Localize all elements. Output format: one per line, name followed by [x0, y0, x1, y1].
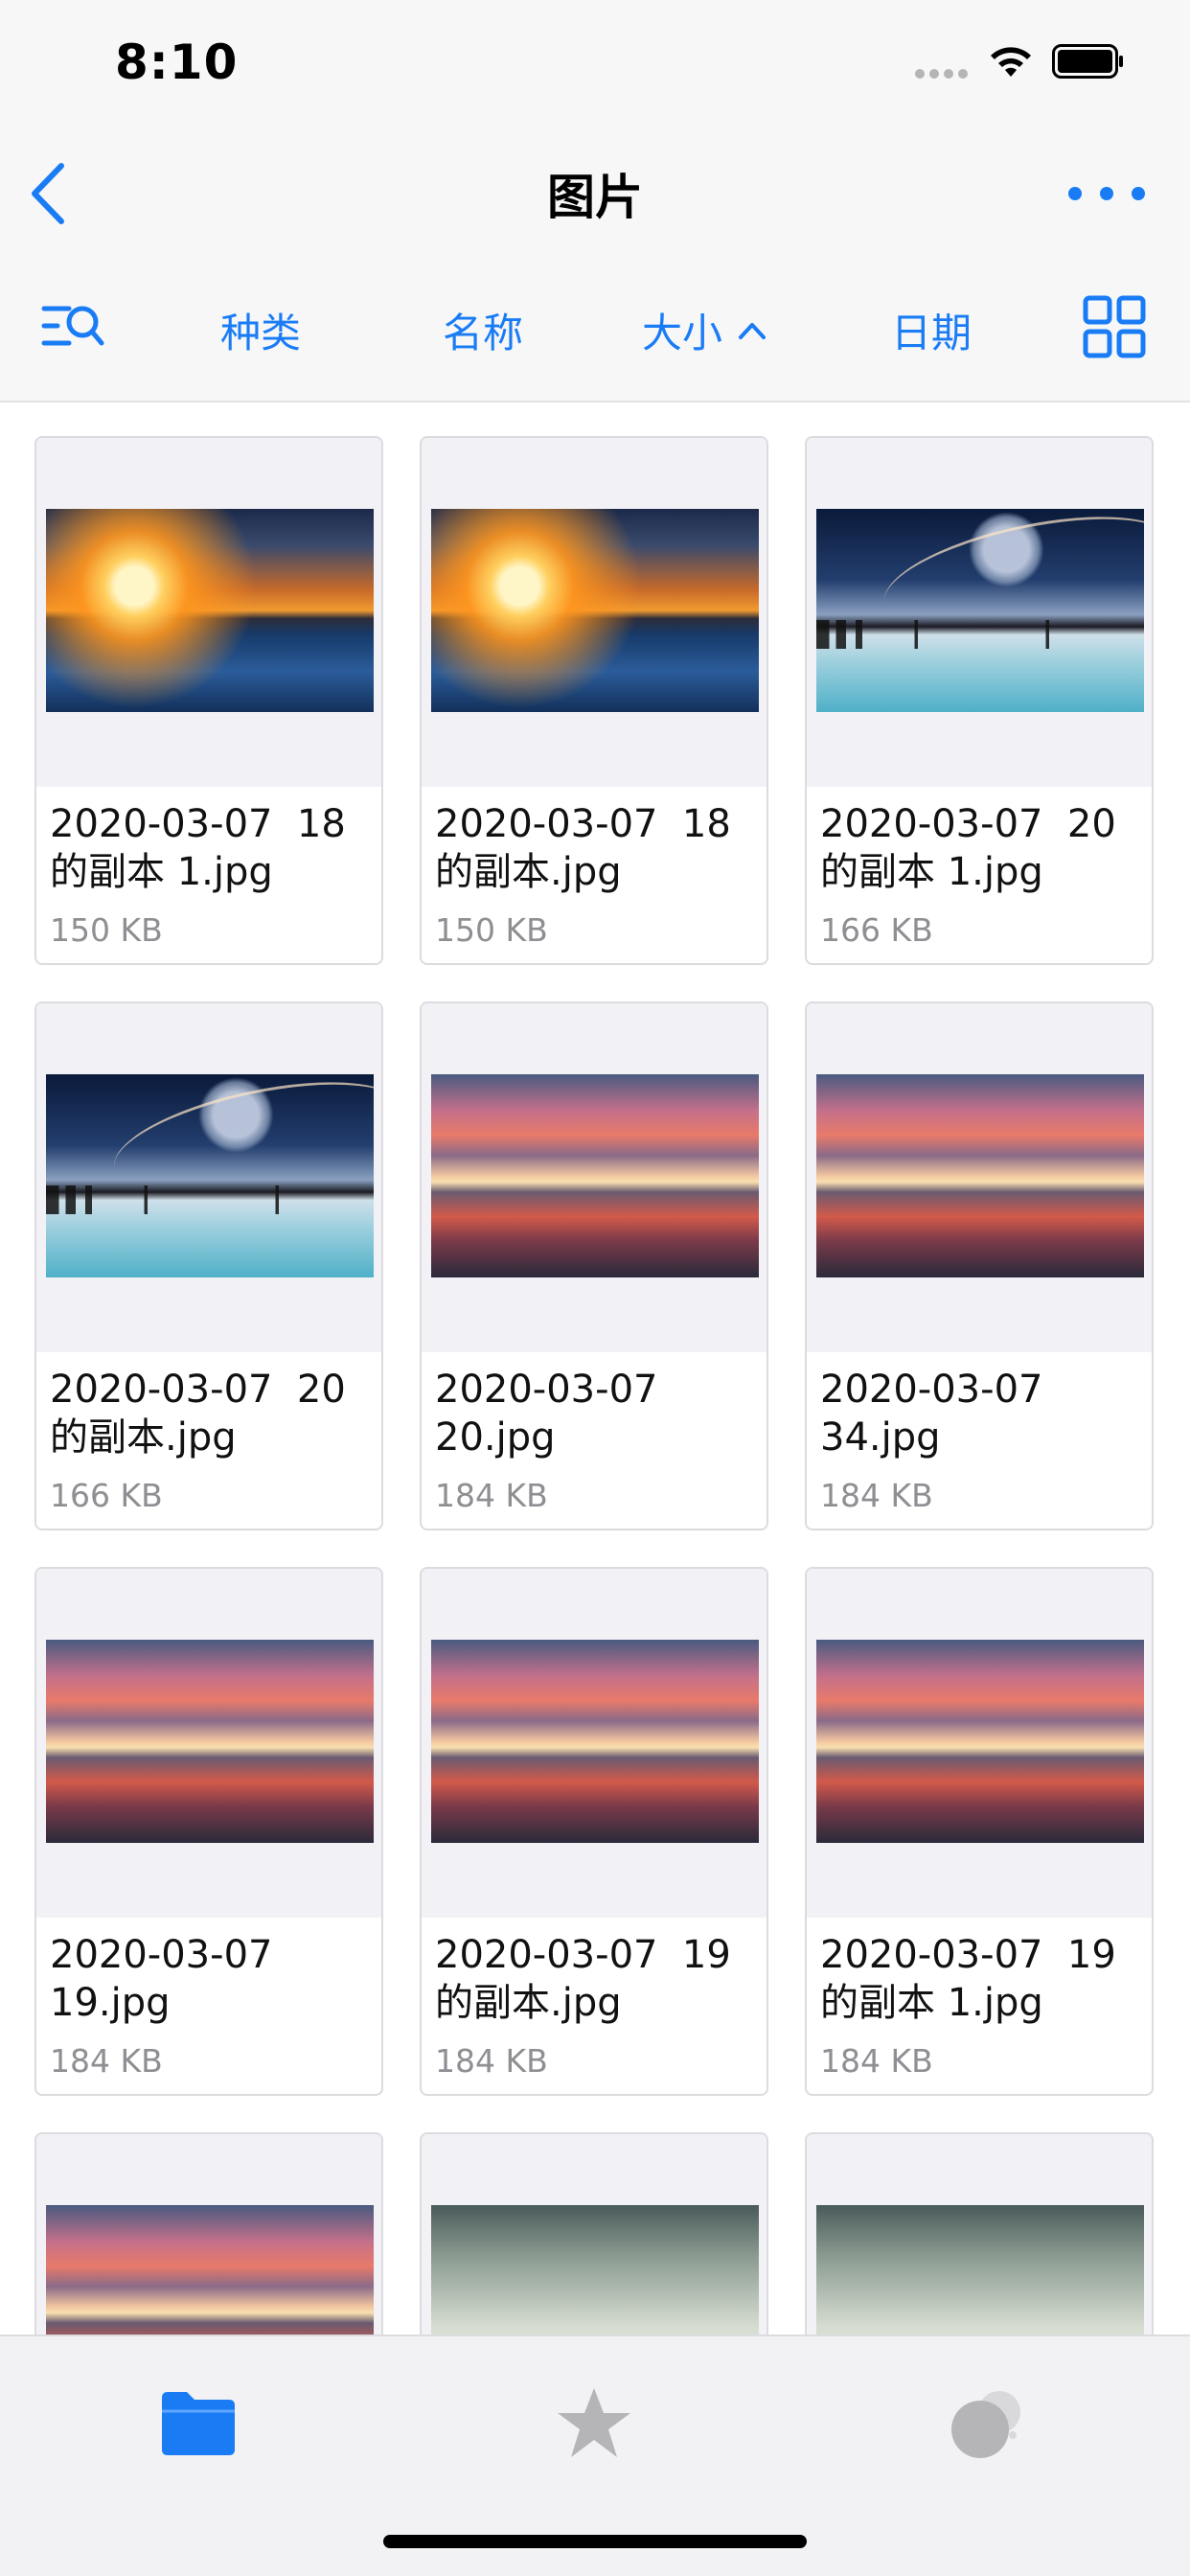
filter-search-icon[interactable]	[40, 297, 107, 355]
folder-icon	[162, 2392, 235, 2455]
thumbnail-frame	[36, 438, 381, 787]
sort-toolbar: 种类 名称 大小 日期	[0, 251, 1190, 402]
tab-shared[interactable]	[929, 2375, 1044, 2471]
file-name: 2020-03-07 20 的副本 1.jpg	[820, 802, 1116, 894]
navigation-bar: 图片	[0, 126, 1190, 251]
file-size: 150 KB	[435, 911, 548, 949]
thumbnail-frame	[36, 1003, 381, 1352]
file-thumbnail	[431, 1640, 759, 1843]
sort-by-date-button[interactable]: 日期	[891, 301, 972, 359]
file-thumbnail	[431, 509, 759, 712]
file-size: 184 KB	[820, 1477, 933, 1514]
file-name: 2020-03-07 20.jpg	[435, 1368, 658, 1460]
file-name: 2020-03-07 20 的副本.jpg	[50, 1368, 346, 1460]
thumbnail-frame	[36, 1569, 381, 1918]
thumbnail-frame	[807, 1569, 1152, 1918]
file-card[interactable]: 2020-03-07 18 的副本.jpg 150 KB	[420, 436, 768, 965]
file-size: 184 KB	[435, 1477, 548, 1514]
file-card[interactable]: 2020-03-07 34.jpg 184 KB	[805, 1001, 1154, 1530]
file-name: 2020-03-07 18 的副本 1.jpg	[50, 802, 346, 894]
file-thumbnail	[816, 1074, 1144, 1277]
file-card[interactable]: 2020-03-07 19.jpg 184 KB	[34, 1567, 383, 2096]
sort-by-name-button[interactable]: 名称	[443, 301, 523, 359]
star-icon	[558, 2388, 630, 2457]
file-size: 184 KB	[820, 2042, 933, 2080]
file-size: 150 KB	[50, 911, 163, 949]
file-thumbnail	[816, 509, 1144, 712]
file-card[interactable]: 2020-03-07 18 的副本 1.jpg 150 KB	[34, 436, 383, 965]
sort-by-size-button[interactable]: 大小	[642, 301, 767, 359]
file-name: 2020-03-07 19 的副本 1.jpg	[820, 1933, 1116, 2025]
file-thumbnail	[46, 1074, 374, 1277]
cellular-signal-icon	[915, 69, 968, 79]
chevron-up-icon	[739, 322, 767, 339]
ellipsis-icon	[1068, 187, 1082, 200]
tab-browse[interactable]	[140, 2375, 255, 2471]
file-size: 184 KB	[50, 2042, 163, 2080]
file-name: 2020-03-07 19 的副本.jpg	[435, 1933, 731, 2025]
file-card[interactable]: 2020-03-07 20.jpg 184 KB	[420, 1001, 768, 1530]
file-size: 166 KB	[50, 1477, 163, 1514]
file-thumbnail	[46, 1640, 374, 1843]
file-thumbnail	[816, 1640, 1144, 1843]
file-card[interactable]: 2020-03-07 19 的副本 1.jpg 184 KB	[805, 1567, 1154, 2096]
file-thumbnail	[46, 509, 374, 712]
home-indicator	[383, 2535, 807, 2548]
sort-by-kind-button[interactable]: 种类	[220, 301, 301, 359]
screen: 8:10 图片 种类 名称 大小 日期 2020-03-07 18 的副本 1.…	[0, 0, 1190, 2576]
thumbnail-frame	[422, 438, 767, 787]
file-card[interactable]: 2020-03-07 19 的副本.jpg 184 KB	[420, 1567, 768, 2096]
status-bar: 8:10	[0, 0, 1190, 126]
thumbnail-frame	[422, 1569, 767, 1918]
sort-by-size-label: 大小	[642, 310, 723, 356]
thumbnail-frame	[807, 438, 1152, 787]
wifi-icon	[991, 47, 1031, 77]
grid-view-icon[interactable]	[1083, 295, 1146, 358]
battery-icon	[1052, 44, 1123, 79]
more-options-button[interactable]	[1068, 172, 1145, 215]
file-name: 2020-03-07 34.jpg	[820, 1368, 1043, 1460]
thumbnail-frame	[807, 1003, 1152, 1352]
file-name: 2020-03-07 19.jpg	[50, 1933, 273, 2025]
file-card[interactable]: 2020-03-07 20 的副本.jpg 166 KB	[34, 1001, 383, 1530]
page-title: 图片	[547, 170, 643, 225]
file-name: 2020-03-07 18 的副本.jpg	[435, 802, 731, 894]
file-card[interactable]: 2020-03-07 20 的副本 1.jpg 166 KB	[805, 436, 1154, 965]
tab-favorites[interactable]	[537, 2375, 652, 2471]
file-thumbnail	[431, 1074, 759, 1277]
shared-icon	[951, 2391, 1020, 2458]
file-size: 166 KB	[820, 911, 933, 949]
file-size: 184 KB	[435, 2042, 548, 2080]
thumbnail-frame	[422, 1003, 767, 1352]
status-time: 8:10	[115, 34, 239, 90]
